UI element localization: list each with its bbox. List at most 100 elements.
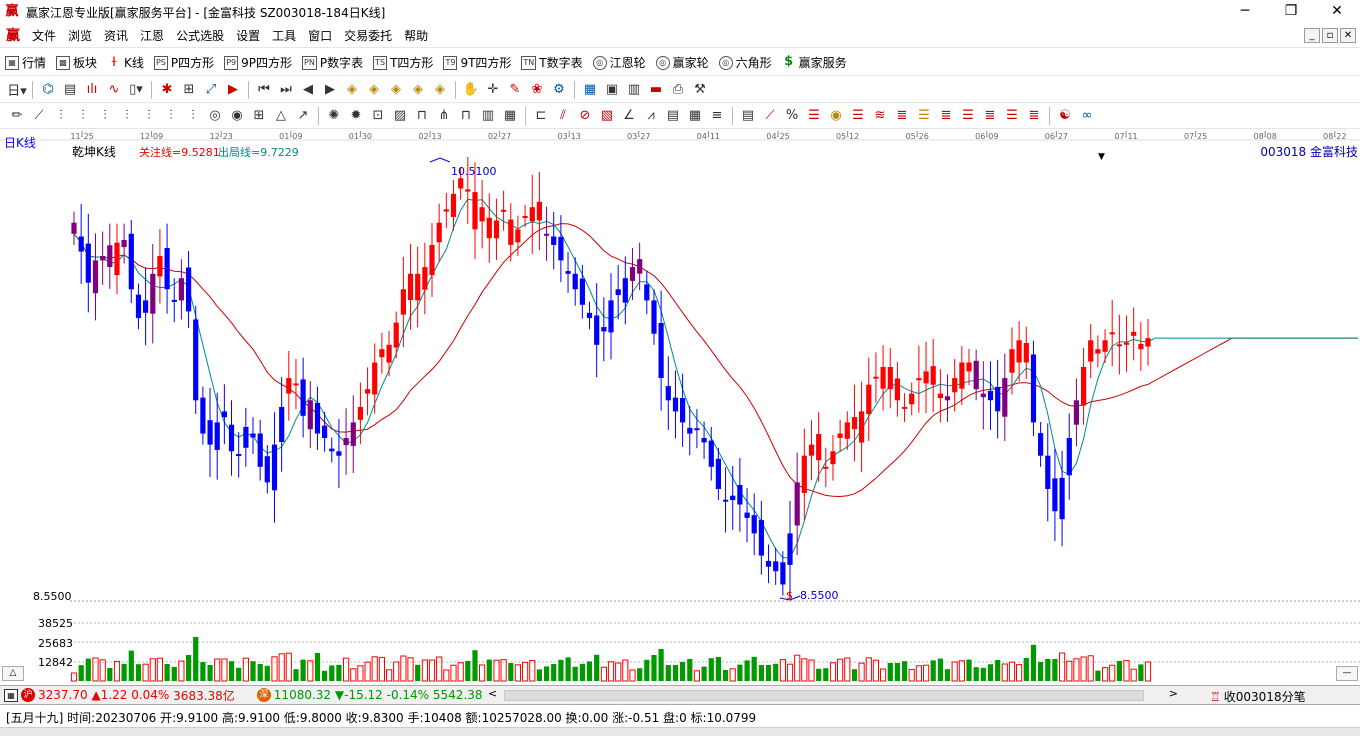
menu-browse[interactable]: 浏览: [62, 27, 98, 44]
tool-hexagon[interactable]: ◎ 六角形: [714, 54, 777, 71]
tool-p-square[interactable]: PS P四方形: [149, 54, 219, 71]
horizontal-scrollbar[interactable]: < >: [488, 687, 1178, 702]
menu-settings[interactable]: 设置: [230, 27, 266, 44]
tool-kline[interactable]: ╫ K线: [102, 54, 149, 71]
tool-winner-wheel[interactable]: ◎ 赢家轮: [651, 54, 714, 71]
radar2-icon[interactable]: ✹: [345, 106, 367, 126]
ruler-icon[interactable]: ⊞: [178, 80, 200, 100]
level9-icon[interactable]: ☰: [1001, 106, 1023, 126]
comb6-icon[interactable]: ⫶: [160, 106, 182, 126]
collapse-icon[interactable]: —: [1336, 666, 1358, 681]
table1-icon[interactable]: ▤: [662, 106, 684, 126]
yinyang-icon[interactable]: ☯: [1054, 106, 1076, 126]
period-dropdown-icon[interactable]: 日▾: [6, 80, 28, 100]
collect-button[interactable]: 收003018分笔: [1224, 688, 1306, 705]
bars-icon[interactable]: ılı: [81, 80, 103, 100]
hatch-icon[interactable]: ▨: [389, 106, 411, 126]
play-icon[interactable]: ▶: [222, 80, 244, 100]
comb4-icon[interactable]: ⫶: [116, 106, 138, 126]
fib-icon[interactable]: ⟋: [759, 106, 781, 126]
diamond5-icon[interactable]: ◈: [429, 80, 451, 100]
close-button[interactable]: ✕: [1314, 0, 1360, 24]
level5-icon[interactable]: ☰: [913, 106, 935, 126]
print-icon[interactable]: ⎙: [667, 80, 689, 100]
diamond3-icon[interactable]: ◈: [385, 80, 407, 100]
rays3-icon[interactable]: ▧: [596, 106, 618, 126]
menu-file[interactable]: 文件: [26, 27, 62, 44]
left-icon[interactable]: ◀: [297, 80, 319, 100]
menu-window[interactable]: 窗口: [302, 27, 338, 44]
circle2-icon[interactable]: ◉: [226, 106, 248, 126]
menu-info[interactable]: 资讯: [98, 27, 134, 44]
radar1-icon[interactable]: ✺: [323, 106, 345, 126]
draw-pen-icon[interactable]: ✏: [6, 106, 28, 126]
calendar-icon[interactable]: ▦: [579, 80, 601, 100]
slash-icon[interactable]: ≡: [706, 106, 728, 126]
tool-blocks[interactable]: ▩ 板块: [51, 54, 102, 71]
lines3-icon[interactable]: ⊓: [455, 106, 477, 126]
menu-trade[interactable]: 交易委托: [338, 27, 398, 44]
diamond2-icon[interactable]: ◈: [363, 80, 385, 100]
percent-icon[interactable]: %: [781, 106, 803, 126]
table2-icon[interactable]: ▦: [684, 106, 706, 126]
menu-gann[interactable]: 江恩: [134, 27, 170, 44]
mdi-close-button[interactable]: ✕: [1340, 28, 1356, 43]
zigzag-icon[interactable]: ⩘: [640, 106, 662, 126]
grid-draw-icon[interactable]: ⊞: [248, 106, 270, 126]
tools-icon[interactable]: ⚒: [689, 80, 711, 100]
coin-icon[interactable]: ◉: [825, 106, 847, 126]
maximize-button[interactable]: ❐: [1268, 0, 1314, 24]
infinity-icon[interactable]: ∞: [1076, 106, 1098, 126]
level7-icon[interactable]: ☰: [957, 106, 979, 126]
pen-icon[interactable]: ✎: [504, 80, 526, 100]
comb3-icon[interactable]: ⫶: [94, 106, 116, 126]
rays2-icon[interactable]: ⊘: [574, 106, 596, 126]
minimize-button[interactable]: ─: [1222, 0, 1268, 24]
notebook-icon[interactable]: ▥: [623, 80, 645, 100]
mdi-logo-icon[interactable]: 赢: [4, 27, 22, 45]
gann-fan-icon[interactable]: ✱: [156, 80, 178, 100]
menu-tools[interactable]: 工具: [266, 27, 302, 44]
last-icon[interactable]: ⏭: [275, 80, 297, 100]
scroll-right-icon[interactable]: >: [1169, 687, 1178, 700]
menu-formula[interactable]: 公式选股: [170, 27, 230, 44]
tool-9p-square[interactable]: P9 9P四方形: [219, 54, 297, 71]
scroll-left-icon[interactable]: <: [488, 687, 497, 700]
menu-help[interactable]: 帮助: [398, 27, 434, 44]
diamond1-icon[interactable]: ◈: [341, 80, 363, 100]
calculator-icon[interactable]: ▣: [601, 80, 623, 100]
arrow-icon[interactable]: ↗: [292, 106, 314, 126]
document-icon[interactable]: ▤: [59, 80, 81, 100]
lines1-icon[interactable]: ⊓: [411, 106, 433, 126]
comb1-icon[interactable]: ⫶: [50, 106, 72, 126]
diamond4-icon[interactable]: ◈: [407, 80, 429, 100]
level6-icon[interactable]: ≣: [935, 106, 957, 126]
box-icon[interactable]: ⊏: [530, 106, 552, 126]
kline-chart[interactable]: 11-25 12-09 12-23 01-09 01-30 02-13 02-27 03-13…: [0, 130, 1360, 684]
comb7-icon[interactable]: ⫶: [182, 106, 204, 126]
network-icon[interactable]: ⌬: [37, 80, 59, 100]
scroll-thumb[interactable]: [504, 690, 1144, 701]
wheel-icon[interactable]: ❀: [526, 80, 548, 100]
hand-icon[interactable]: ✋: [460, 80, 482, 100]
fan-icon[interactable]: ⟋: [28, 106, 50, 126]
triangle-icon[interactable]: △: [270, 106, 292, 126]
first-icon[interactable]: ⏮: [253, 80, 275, 100]
level4-icon[interactable]: ≣: [891, 106, 913, 126]
wave-icon[interactable]: ∿: [103, 80, 125, 100]
candle-type-icon[interactable]: ▯▾: [125, 80, 147, 100]
save-icon[interactable]: ▬: [645, 80, 667, 100]
circle1-icon[interactable]: ◎: [204, 106, 226, 126]
lines5-icon[interactable]: ▦: [499, 106, 521, 126]
tool-t-square[interactable]: TS T四方形: [368, 54, 438, 71]
tool-p-table[interactable]: PN P数字表: [297, 54, 368, 71]
level3-icon[interactable]: ≋: [869, 106, 891, 126]
lines4-icon[interactable]: ▥: [477, 106, 499, 126]
mdi-restore-button[interactable]: ▫: [1322, 28, 1338, 43]
level8-icon[interactable]: ≣: [979, 106, 1001, 126]
zoom-in-icon[interactable]: ⤢: [200, 80, 222, 100]
tool-winner-service[interactable]: $ 赢家服务: [777, 54, 852, 71]
lines2-icon[interactable]: ⋔: [433, 106, 455, 126]
level10-icon[interactable]: ≣: [1023, 106, 1045, 126]
right-icon[interactable]: ▶: [319, 80, 341, 100]
